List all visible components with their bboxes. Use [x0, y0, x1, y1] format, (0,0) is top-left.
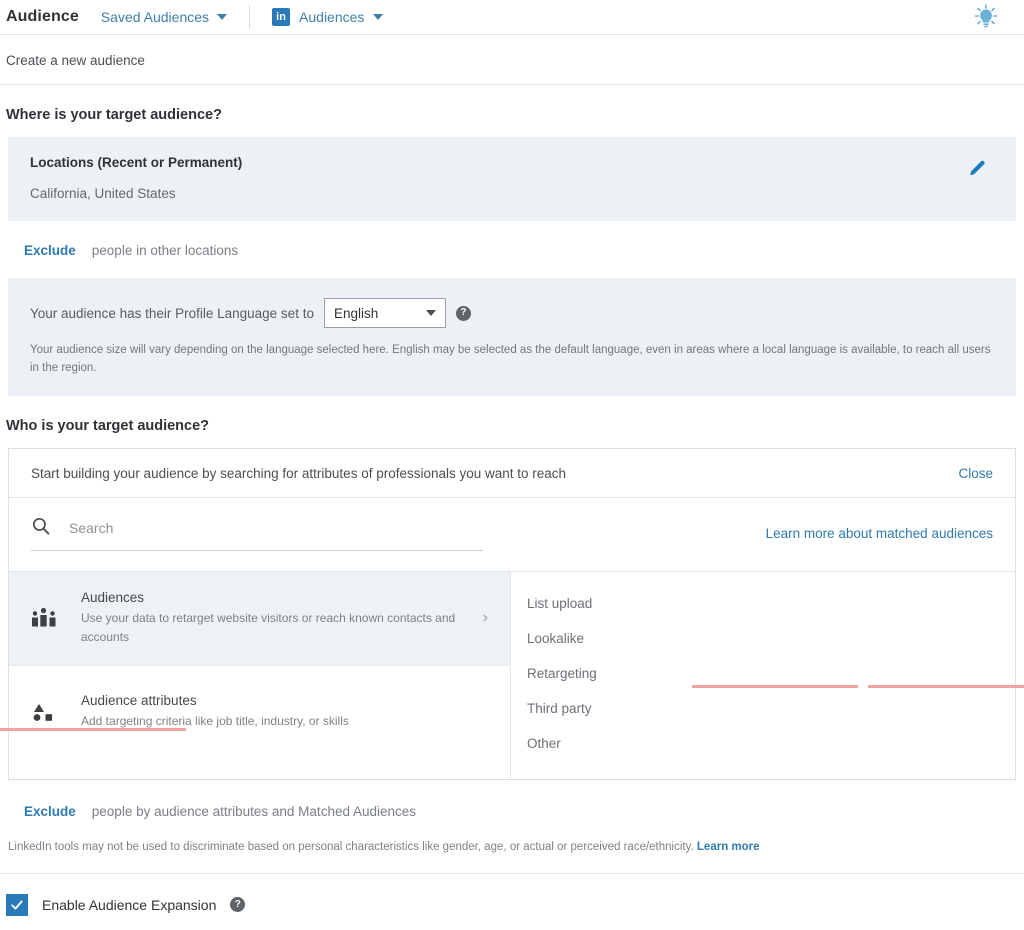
- profile-language-row: Your audience has their Profile Language…: [30, 298, 994, 328]
- disclaimer-learn-more-link[interactable]: Learn more: [697, 841, 760, 853]
- profile-language-label: Your audience has their Profile Language…: [30, 306, 314, 321]
- option-audiences-title: Audiences: [81, 590, 461, 609]
- exclude-locations-row: Exclude people in other locations: [0, 221, 1024, 278]
- top-bar: Audience Saved Audiences in Audiences: [0, 0, 1024, 34]
- sub-option-third-party[interactable]: Third party: [511, 691, 1015, 726]
- attributes-columns: Audiences Use your data to retarget webs…: [9, 571, 1015, 779]
- enable-audience-expansion-checkbox[interactable]: [6, 894, 28, 916]
- saved-audiences-dropdown[interactable]: Saved Audiences: [101, 9, 227, 25]
- audience-expansion-row: Enable Audience Expansion ?: [0, 874, 1024, 916]
- page-title: Audience: [6, 8, 79, 26]
- sub-option-other[interactable]: Other: [511, 726, 1015, 761]
- attributes-right-column: List upload Lookalike Retargeting Third …: [511, 572, 1015, 779]
- exclude-locations-link[interactable]: Exclude: [24, 243, 76, 258]
- option-audience-attributes-desc: Add targeting criteria like job title, i…: [81, 712, 492, 731]
- option-audiences-body: Audiences Use your data to retarget webs…: [81, 590, 461, 646]
- saved-audiences-label: Saved Audiences: [101, 9, 209, 25]
- audience-attributes-card: Start building your audience by searchin…: [8, 448, 1016, 780]
- disclaimer-text: LinkedIn tools may not be used to discri…: [8, 841, 694, 853]
- lightbulb-icon[interactable]: [972, 3, 1000, 31]
- profile-language-value: English: [334, 306, 378, 321]
- option-audience-attributes[interactable]: Audience attributes Add targeting criter…: [9, 665, 510, 758]
- close-button[interactable]: Close: [958, 466, 993, 481]
- where-section-title: Where is your target audience?: [0, 85, 1024, 137]
- breadcrumb: Create a new audience: [0, 35, 1024, 84]
- question-mark-icon[interactable]: ?: [456, 306, 471, 321]
- exclude-attributes-link[interactable]: Exclude: [24, 804, 76, 819]
- sub-option-retargeting[interactable]: Retargeting: [511, 656, 1015, 691]
- locations-value: California, United States: [30, 170, 994, 201]
- profile-language-select[interactable]: English: [324, 298, 446, 328]
- profile-language-note: Your audience size will vary depending o…: [30, 328, 994, 378]
- search-input[interactable]: [67, 519, 483, 537]
- toolbar-divider: [249, 5, 250, 29]
- audience-builder-page: Audience Saved Audiences in Audiences: [0, 0, 1024, 930]
- option-audience-attributes-title: Audience attributes: [81, 693, 492, 712]
- chevron-down-icon: [217, 14, 227, 20]
- search-row: Learn more about matched audiences: [9, 498, 1015, 551]
- who-section-title: Who is your target audience?: [0, 396, 1024, 448]
- sub-option-lookalike[interactable]: Lookalike: [511, 621, 1015, 656]
- profile-language-panel: Your audience has their Profile Language…: [8, 278, 1016, 396]
- people-group-icon: [29, 606, 59, 630]
- sub-options-list: List upload Lookalike Retargeting Third …: [511, 572, 1015, 779]
- chevron-down-icon: [426, 310, 436, 316]
- sub-option-list-upload[interactable]: List upload: [511, 586, 1015, 621]
- search-icon: [31, 516, 51, 541]
- pencil-icon[interactable]: [968, 157, 988, 177]
- attributes-card-header-text: Start building your audience by searchin…: [31, 466, 566, 481]
- attributes-left-column: Audiences Use your data to retarget webs…: [9, 572, 511, 779]
- locations-label: Locations (Recent or Permanent): [30, 155, 994, 170]
- enable-audience-expansion-label: Enable Audience Expansion: [42, 897, 216, 913]
- learn-more-matched-audiences-link[interactable]: Learn more about matched audiences: [766, 526, 993, 541]
- exclude-attributes-row: Exclude people by audience attributes an…: [0, 780, 1024, 837]
- exclude-attributes-text: people by audience attributes and Matche…: [92, 804, 416, 819]
- search-box[interactable]: [31, 516, 483, 551]
- discrimination-disclaimer: LinkedIn tools may not be used to discri…: [0, 837, 1024, 873]
- shapes-icon: [29, 700, 59, 724]
- option-audiences-desc: Use your data to retarget website visito…: [81, 609, 461, 646]
- audiences-dropdown[interactable]: in Audiences: [272, 8, 383, 26]
- option-audience-attributes-body: Audience attributes Add targeting criter…: [81, 693, 492, 731]
- locations-panel: Locations (Recent or Permanent) Californ…: [8, 137, 1016, 221]
- attributes-card-header: Start building your audience by searchin…: [9, 449, 1015, 498]
- option-audiences[interactable]: Audiences Use your data to retarget webs…: [9, 572, 510, 665]
- chevron-right-icon: ›: [483, 609, 492, 627]
- audiences-menu-label: Audiences: [299, 9, 364, 25]
- question-mark-icon[interactable]: ?: [230, 897, 245, 912]
- linkedin-logo-icon: in: [272, 8, 290, 26]
- chevron-down-icon: [373, 14, 383, 20]
- exclude-locations-text: people in other locations: [92, 243, 238, 258]
